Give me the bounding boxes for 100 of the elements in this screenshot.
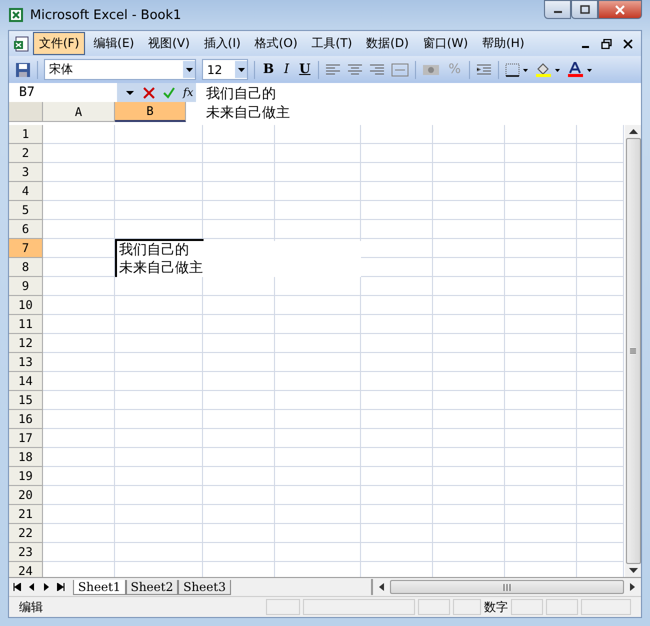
grid-cell[interactable] (433, 505, 505, 524)
grid-cell[interactable] (361, 410, 433, 429)
grid-cell[interactable] (577, 182, 624, 201)
grid-cell[interactable] (361, 315, 433, 334)
grid-cell[interactable] (43, 182, 115, 201)
grid-cell[interactable] (43, 448, 115, 467)
grid-cell[interactable] (433, 220, 505, 239)
grid-cell[interactable] (577, 467, 624, 486)
bold-button[interactable]: B (261, 62, 276, 77)
grid-cell[interactable] (505, 505, 577, 524)
grid-cell[interactable] (203, 524, 275, 543)
row-header[interactable]: 16 (9, 410, 43, 429)
row-header[interactable]: 2 (9, 144, 43, 163)
grid-cell[interactable] (115, 163, 203, 182)
menu-item[interactable]: 文件(F) (33, 32, 86, 55)
grid-cell[interactable] (275, 220, 361, 239)
grid-cell[interactable] (203, 296, 275, 315)
grid-cell[interactable] (577, 410, 624, 429)
grid-cell[interactable] (203, 391, 275, 410)
grid-cell[interactable] (43, 277, 115, 296)
workbook-icon[interactable] (13, 34, 31, 52)
scrollbar-thumb[interactable] (390, 580, 624, 594)
grid-cell[interactable] (275, 201, 361, 220)
grid-cell[interactable] (203, 125, 275, 144)
sheet-tab[interactable]: Sheet2 (126, 580, 178, 594)
row-header[interactable]: 19 (9, 467, 43, 486)
close-button[interactable] (598, 0, 642, 19)
grid-cell[interactable] (361, 505, 433, 524)
grid-cell[interactable] (577, 201, 624, 220)
grid-cell[interactable] (275, 372, 361, 391)
grid-cell[interactable] (43, 220, 115, 239)
grid-cell[interactable] (361, 372, 433, 391)
grid-cell[interactable] (433, 353, 505, 372)
align-right-icon[interactable] (369, 62, 386, 76)
grid-cell[interactable] (43, 410, 115, 429)
grid-cell[interactable] (361, 524, 433, 543)
grid-cell[interactable] (115, 391, 203, 410)
row-header[interactable]: 14 (9, 372, 43, 391)
grid-cell[interactable] (275, 543, 361, 562)
grid-cell[interactable] (203, 486, 275, 505)
scrollbar-thumb[interactable] (626, 138, 640, 564)
grid-cell[interactable] (43, 163, 115, 182)
row-header[interactable]: 24 (9, 562, 43, 577)
font-dropdown[interactable]: 宋体 (44, 59, 196, 80)
grid-cell[interactable] (505, 201, 577, 220)
grid-cell[interactable] (43, 467, 115, 486)
select-all-button[interactable] (9, 102, 43, 122)
grid-cell[interactable] (115, 296, 203, 315)
grid-cell[interactable] (505, 353, 577, 372)
cancel-icon[interactable] (143, 86, 155, 98)
grid-cell[interactable] (115, 182, 203, 201)
grid-cell[interactable] (577, 334, 624, 353)
grid-cell[interactable] (361, 391, 433, 410)
currency-icon[interactable] (422, 62, 440, 76)
grid-cell[interactable] (361, 277, 433, 296)
grid-cell[interactable] (505, 220, 577, 239)
menu-item[interactable]: 编辑(E) (87, 32, 140, 55)
grid-cell[interactable] (505, 334, 577, 353)
row-header[interactable]: 6 (9, 220, 43, 239)
menu-item[interactable]: 帮助(H) (476, 32, 530, 55)
grid-cell[interactable] (433, 125, 505, 144)
grid-cell[interactable] (115, 467, 203, 486)
minimize-button[interactable] (544, 0, 571, 19)
menu-item[interactable]: 格式(O) (248, 32, 304, 55)
grid-cell[interactable] (43, 125, 115, 144)
grid-cell[interactable] (577, 372, 624, 391)
grid-cell[interactable] (505, 144, 577, 163)
grid-cell[interactable] (433, 296, 505, 315)
grid-cell[interactable] (577, 543, 624, 562)
grid-cell[interactable] (505, 239, 577, 258)
grid-cell[interactable] (43, 524, 115, 543)
menu-item[interactable]: 工具(T) (306, 32, 358, 55)
grid-cell[interactable] (43, 353, 115, 372)
grid-cell[interactable] (577, 296, 624, 315)
grid-cell[interactable] (361, 353, 433, 372)
grid-cell[interactable] (43, 372, 115, 391)
grid-cell[interactable] (203, 334, 275, 353)
grid-cell[interactable] (361, 163, 433, 182)
menu-item[interactable]: 数据(D) (360, 32, 415, 55)
grid-cell[interactable] (361, 182, 433, 201)
dropdown-arrow-icon[interactable] (125, 90, 135, 96)
grid-cell[interactable] (433, 524, 505, 543)
grid-cell[interactable] (43, 334, 115, 353)
grid-cell[interactable] (577, 258, 624, 277)
grid-cell[interactable] (43, 505, 115, 524)
grid-cell[interactable] (433, 201, 505, 220)
grid-cell[interactable] (577, 429, 624, 448)
grid-cell[interactable] (433, 486, 505, 505)
grid-cell[interactable] (505, 258, 577, 277)
grid-cell[interactable] (115, 524, 203, 543)
grid-cell[interactable] (115, 372, 203, 391)
grid-cell[interactable] (43, 429, 115, 448)
grid-cell[interactable] (275, 315, 361, 334)
row-header[interactable]: 9 (9, 277, 43, 296)
save-icon[interactable] (15, 62, 31, 78)
first-sheet-icon[interactable] (13, 583, 21, 591)
row-header[interactable]: 22 (9, 524, 43, 543)
row-header[interactable]: 21 (9, 505, 43, 524)
next-sheet-icon[interactable] (43, 583, 49, 591)
row-header[interactable]: 3 (9, 163, 43, 182)
